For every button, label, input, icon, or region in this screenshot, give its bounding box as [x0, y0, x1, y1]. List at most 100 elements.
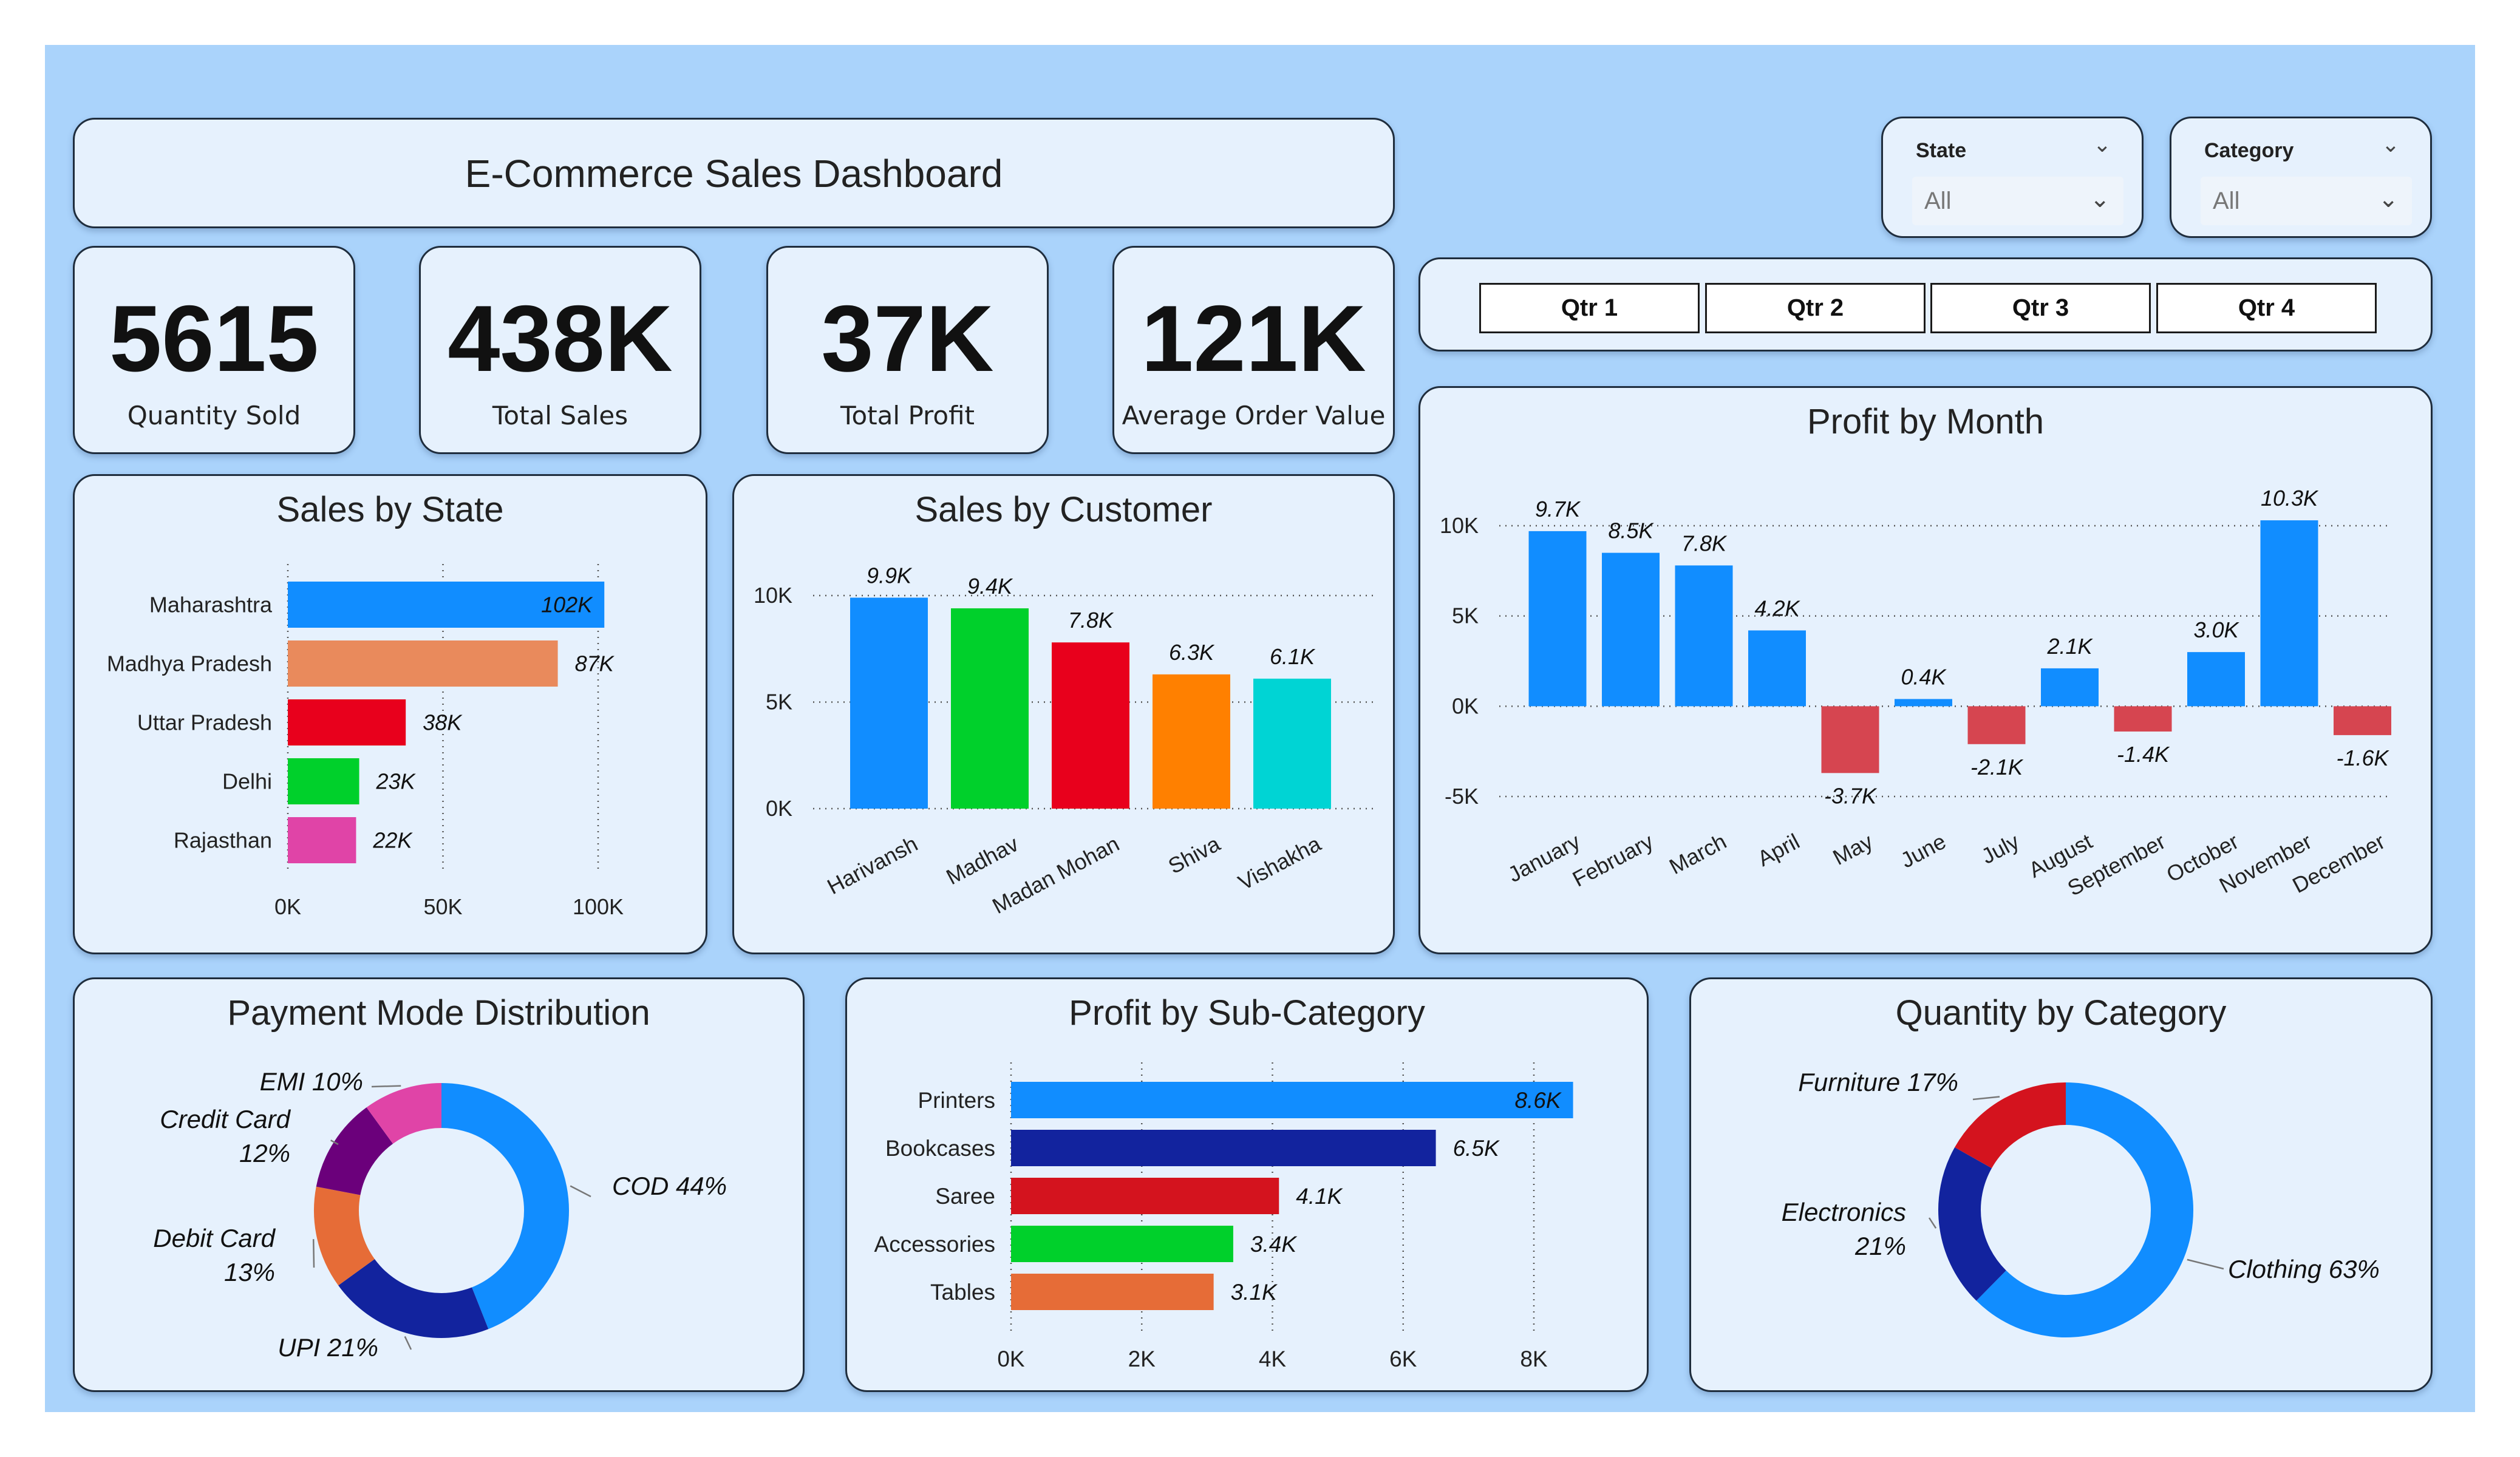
dashboard-title: E-Commerce Sales Dashboard — [465, 152, 1003, 195]
state-slicer[interactable]: State ⌄ All ⌄ — [1881, 117, 2144, 238]
bar — [1821, 706, 1879, 773]
bar — [288, 640, 558, 687]
category-label: May — [1828, 829, 1876, 870]
data-label: 4.2K — [1754, 596, 1800, 620]
bar — [951, 608, 1029, 809]
data-label: 6.1K — [1270, 644, 1316, 669]
y-tick-label: 0K — [766, 796, 792, 821]
data-label: -3.7K — [1824, 783, 1878, 808]
profit-by-subcategory-chart: 0K 2K 4K 6K 8K Printers 8.6K Bookcases 6.5K Saree… — [874, 1062, 1573, 1371]
y-tick-label: 10K — [1440, 513, 1479, 538]
slice-label: UPI 21% — [278, 1333, 378, 1362]
sales-by-customer-card: Sales by Customer 0K 5K 10K 9.9K Harivansh 9.… — [732, 474, 1395, 954]
qtr-2-button[interactable]: Qtr 2 — [1705, 283, 1926, 333]
donut-slice — [441, 1083, 569, 1330]
bar — [288, 758, 359, 804]
x-tick-label: 100K — [573, 894, 624, 919]
quantity-by-category-card: Quantity by Category Clothing 63% Electro… — [1689, 977, 2433, 1392]
bar — [1011, 1274, 1214, 1310]
bar — [2114, 706, 2172, 732]
slice-label-line: UPI 21% — [278, 1333, 378, 1362]
data-label: 23K — [376, 769, 417, 794]
slice-label-line: COD 44% — [612, 1172, 727, 1200]
category-label: Tables — [930, 1280, 995, 1305]
slice-label: EMI 10% — [260, 1067, 363, 1096]
data-label: 0.4K — [1901, 664, 1947, 689]
leader-line — [404, 1336, 412, 1350]
bar — [1052, 642, 1129, 809]
category-label: Uttar Pradesh — [137, 710, 272, 735]
kpi-value: 438K — [448, 286, 673, 391]
x-tick-label: 4K — [1259, 1347, 1287, 1371]
sales-by-customer-chart: 0K5K10K9.9KHarivansh9.4KMadhav7.8KMadan … — [754, 563, 1375, 919]
bar — [1602, 552, 1660, 707]
category-label: July — [1977, 829, 2023, 869]
dashboard-title-card: E-Commerce Sales Dashboard — [73, 118, 1395, 228]
data-label: 7.8K — [1068, 608, 1114, 633]
slice-label-line: Debit Card — [153, 1224, 276, 1252]
data-label: 3.1K — [1231, 1280, 1278, 1305]
bar — [1011, 1178, 1279, 1214]
data-label: 3.0K — [2193, 617, 2239, 642]
data-label: 9.4K — [967, 574, 1013, 599]
qtr-4-button[interactable]: Qtr 4 — [2156, 283, 2377, 333]
bar — [1528, 531, 1587, 707]
data-label: 6.5K — [1453, 1136, 1500, 1161]
bar — [2041, 668, 2099, 707]
kpi-card-average-order-value: 121K Average Order Value — [1112, 246, 1395, 454]
slice-label-line: Electronics — [1782, 1198, 1906, 1226]
bar — [1011, 1226, 1233, 1262]
qtr-1-button[interactable]: Qtr 1 — [1479, 283, 1700, 333]
category-label: Accessories — [874, 1232, 995, 1257]
slice-label-line: 13% — [224, 1258, 275, 1286]
kpi-value: 121K — [1141, 286, 1366, 391]
kpi-card-quantity-sold: 5615 Quantity Sold — [73, 246, 355, 454]
payment-mode-chart: COD 44% UPI 21% Debit Card 13% Credit Card 12… — [153, 1067, 727, 1362]
leader-line — [371, 1085, 401, 1088]
y-tick-label: 5K — [1452, 603, 1479, 628]
data-label: 87K — [575, 651, 615, 676]
state-dropdown[interactable]: All ⌄ — [1912, 177, 2123, 225]
quantity-by-category-chart: Clothing 63% Electronics 21% Furniture 17% — [1782, 1068, 2380, 1337]
data-label: 2.1K — [2046, 634, 2093, 659]
x-tick-label: 2K — [1128, 1347, 1156, 1371]
bar — [1675, 565, 1733, 707]
y-tick-label: -5K — [1445, 784, 1479, 809]
category-label: Bookcases — [885, 1136, 995, 1161]
category-label: Madhya Pradesh — [107, 651, 272, 676]
chevron-down-icon[interactable]: ⌄ — [2089, 185, 2110, 213]
x-tick-label: 6K — [1389, 1347, 1417, 1371]
qtr-3-button[interactable]: Qtr 3 — [1930, 283, 2151, 333]
chevron-down-icon[interactable]: ⌄ — [2378, 185, 2399, 213]
data-label: 8.5K — [1608, 518, 1654, 543]
kpi-label: Average Order Value — [1122, 401, 1386, 430]
bar — [1011, 1130, 1436, 1166]
category-label: January — [1503, 829, 1584, 887]
bar — [1011, 1082, 1573, 1118]
chevron-down-icon[interactable]: ⌄ — [2382, 132, 2400, 157]
data-label: -1.6K — [2336, 745, 2389, 770]
slice-label: Debit Card 13% — [153, 1224, 276, 1286]
category-label: Harivansh — [823, 831, 921, 899]
data-label: 3.4K — [1250, 1232, 1298, 1257]
data-label: -1.4K — [2117, 742, 2170, 767]
leader-line — [1972, 1096, 2000, 1101]
kpi-value: 5615 — [109, 286, 319, 391]
kpi-value: 37K — [821, 286, 994, 391]
x-tick-label: 50K — [423, 894, 462, 919]
donut-slice — [314, 1186, 375, 1286]
category-label: Saree — [935, 1184, 995, 1209]
donut-slice — [316, 1107, 393, 1196]
category-label: June — [1896, 829, 1950, 873]
kpi-card-total-sales: 438K Total Sales — [419, 246, 701, 454]
quarter-slicer: Qtr 1 Qtr 2 Qtr 3 Qtr 4 — [1418, 257, 2433, 352]
category-dropdown[interactable]: All ⌄ — [2201, 177, 2412, 225]
bar — [288, 817, 356, 863]
category-label: Delhi — [222, 769, 272, 794]
bar — [2334, 706, 2391, 735]
slice-label-line: 12% — [239, 1139, 290, 1167]
category-slicer[interactable]: Category ⌄ All ⌄ — [2170, 117, 2432, 238]
chevron-down-icon[interactable]: ⌄ — [2093, 132, 2111, 157]
leader-line — [2187, 1258, 2224, 1270]
bar — [1153, 674, 1230, 809]
